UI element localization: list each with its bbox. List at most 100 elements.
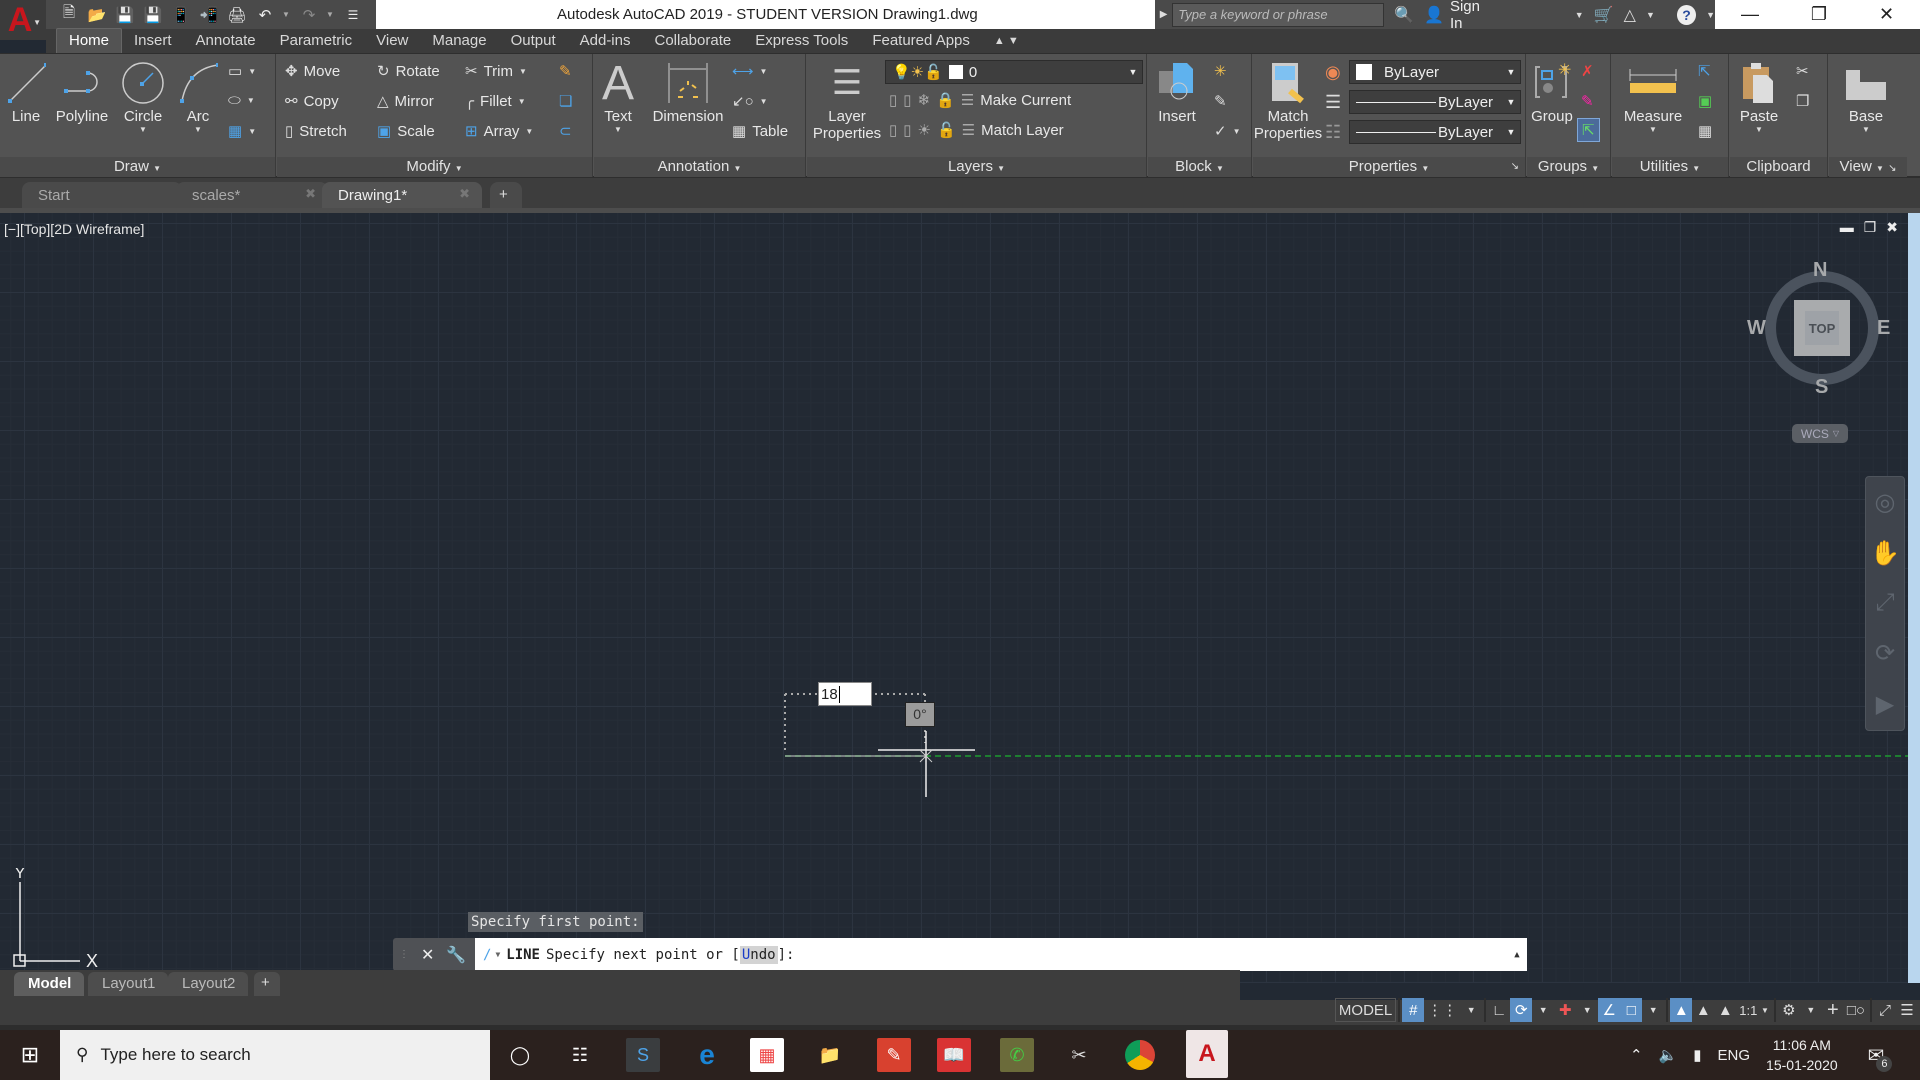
restore-icon[interactable]: ❐ xyxy=(1811,4,1827,25)
stretch-button[interactable]: ▯ Stretch xyxy=(285,122,347,141)
volume-icon[interactable]: 🔈 xyxy=(1659,1046,1678,1064)
ungroup-button[interactable]: ✗ xyxy=(1581,62,1594,80)
redo-icon[interactable]: ↷ xyxy=(298,5,320,25)
rotate-button[interactable]: ↻ Rotate xyxy=(377,62,440,81)
layer-properties-button[interactable]: ☰ Layer Properties xyxy=(809,58,885,142)
array-button[interactable]: ⊞ Array ▼ xyxy=(465,122,533,141)
recent-commands-dropdown-icon[interactable]: ▼ xyxy=(495,950,500,959)
file-tab-scales[interactable]: scales* ✖ xyxy=(176,182,328,208)
chevron-down-icon[interactable]: ▼ xyxy=(1618,125,1688,134)
chevron-down-icon[interactable]: ▼ xyxy=(598,125,638,134)
groups-panel-title[interactable]: Groups ▼ xyxy=(1527,157,1610,177)
close-command-icon[interactable]: ✕ xyxy=(421,945,434,965)
calculator-button[interactable]: ▦ xyxy=(1698,122,1712,140)
ellipse-button[interactable]: ⬭ ▼ xyxy=(228,92,255,109)
clean-screen-icon[interactable]: ⤢ xyxy=(1874,998,1896,1022)
auto-scale-toggle[interactable]: ▲ xyxy=(1692,998,1714,1022)
layout-tab-layout2[interactable]: Layout2 xyxy=(168,972,248,996)
polar-tracking-toggle[interactable]: ⟳ xyxy=(1510,998,1533,1022)
tab-insert[interactable]: Insert xyxy=(122,29,184,53)
command-input[interactable]: ∕ ▼ LINE Specify next point or [Undo]: ▲ xyxy=(475,938,1527,971)
move-button[interactable]: ✥ Move xyxy=(285,62,340,81)
tab-annotate[interactable]: Annotate xyxy=(184,29,268,53)
isometric-drafting-toggle[interactable]: ✚ xyxy=(1554,998,1576,1022)
drag-handle-icon[interactable]: ⋮ xyxy=(399,949,409,960)
snipping-tool-icon[interactable]: ✂ xyxy=(1062,1038,1096,1072)
layer-unisolate-icon[interactable]: ▯ xyxy=(903,121,911,139)
chevron-down-icon[interactable]: ▼ xyxy=(118,125,168,134)
arc-button[interactable]: Arc ▼ xyxy=(178,58,218,134)
erase-button[interactable]: ✎ xyxy=(559,62,572,80)
properties-panel-title[interactable]: Properties ▼ ↘ xyxy=(1253,157,1525,177)
a360-dropdown-icon[interactable]: ▼ xyxy=(1646,10,1655,20)
layer-unlock-icon[interactable]: 🔓 xyxy=(937,121,956,139)
chevron-down-icon[interactable]: ▼ xyxy=(1642,998,1664,1022)
customize-qat-icon[interactable]: ☰ xyxy=(342,5,364,25)
ribbon-minimize-icon[interactable]: ▲ ▼ xyxy=(982,32,1031,53)
binoculars-icon[interactable]: 🔍 xyxy=(1394,5,1414,25)
object-snap-toggle[interactable]: □ xyxy=(1620,998,1643,1022)
copy-clip-button[interactable]: ❐ xyxy=(1796,92,1809,110)
chevron-down-icon[interactable]: ▼ xyxy=(1800,998,1822,1022)
grid-toggle[interactable]: # xyxy=(1402,998,1425,1022)
chevron-down-icon[interactable]: ▼ xyxy=(1532,998,1554,1022)
workspace-gear-icon[interactable]: ⚙ xyxy=(1778,998,1800,1022)
app-sync-icon[interactable]: S xyxy=(626,1038,660,1072)
chevron-down-icon[interactable]: ▼ xyxy=(178,125,218,134)
cut-button[interactable]: ✂ xyxy=(1796,62,1809,80)
trim-button[interactable]: ✂ Trim ▼ xyxy=(465,62,527,81)
group-button[interactable]: ✳ Group xyxy=(1529,58,1575,125)
edge-browser-icon[interactable]: e xyxy=(690,1038,724,1072)
color-dropdown[interactable]: ByLayer ▼ xyxy=(1349,60,1521,84)
new-layout-button[interactable]: + xyxy=(254,972,280,996)
text-button[interactable]: A Text ▼ xyxy=(598,57,638,135)
annotation-visibility-toggle[interactable]: ▲ xyxy=(1670,998,1693,1022)
undo-option[interactable]: Undo xyxy=(739,945,778,964)
select-all-button[interactable]: ▣ xyxy=(1698,92,1712,110)
layers-panel-title[interactable]: Layers ▼ xyxy=(807,157,1146,177)
leader-button[interactable]: ↙○ ▼ xyxy=(732,92,768,110)
save-icon[interactable]: 💾 xyxy=(114,5,136,25)
annotation-panel-title[interactable]: Annotation ▼ xyxy=(594,157,805,177)
close-tab-icon[interactable]: ✖ xyxy=(305,186,316,202)
scale-button[interactable]: ▣ Scale xyxy=(377,122,435,141)
table-button[interactable]: ▦ Table xyxy=(732,122,788,141)
taskbar-search-box[interactable]: ⚲ Type here to search xyxy=(60,1030,490,1080)
annotation-scale-icon[interactable]: ▲ xyxy=(1714,998,1736,1022)
chevron-down-icon[interactable]: ▼ xyxy=(1843,125,1889,134)
annotation-scale-dropdown[interactable]: 1:1 ▼ xyxy=(1736,998,1772,1022)
expand-search-icon[interactable]: ▶ xyxy=(1155,9,1172,20)
plot-icon[interactable]: 🖨 xyxy=(226,5,248,25)
fillet-button[interactable]: ╭ Fillet ▼ xyxy=(465,92,526,111)
file-tab-drawing1[interactable]: Drawing1* ✖ xyxy=(322,182,482,208)
dynamic-input-field[interactable]: 18 xyxy=(818,682,872,706)
undo-icon[interactable]: ↶ xyxy=(254,5,276,25)
file-tab-start[interactable]: Start xyxy=(22,182,182,208)
linetype-dropdown[interactable]: ByLayer ▼ xyxy=(1349,120,1521,144)
layout-tab-model[interactable]: Model xyxy=(14,972,84,996)
dimension-button[interactable]: Dimension xyxy=(650,58,726,125)
tab-manage[interactable]: Manage xyxy=(420,29,498,53)
chevron-down-icon[interactable]: ▼ xyxy=(1576,998,1598,1022)
close-icon[interactable]: ✕ xyxy=(1879,4,1894,25)
quick-select-button[interactable]: ⇱ xyxy=(1698,62,1711,80)
help-dropdown-icon[interactable]: ▼ xyxy=(1706,10,1715,20)
tab-featured-apps[interactable]: Featured Apps xyxy=(860,29,982,53)
group-edit-button[interactable]: ✎ xyxy=(1581,92,1594,110)
line-button[interactable]: Line xyxy=(6,58,46,125)
open-icon[interactable]: 📂 xyxy=(86,5,108,25)
open-from-web-icon[interactable]: 📱 xyxy=(170,5,192,25)
isolate-objects-icon[interactable]: □○ xyxy=(1844,998,1868,1022)
cortana-icon[interactable]: ◯ xyxy=(503,1038,537,1072)
clock[interactable]: 11:06 AM 15-01-2020 xyxy=(1766,1035,1838,1075)
layer-thaw-icon[interactable]: ☀ xyxy=(918,121,931,139)
task-view-icon[interactable]: ☷ xyxy=(563,1038,597,1072)
model-space-button[interactable]: MODEL xyxy=(1334,998,1397,1022)
keyword-search-input[interactable]: Type a keyword or phrase xyxy=(1172,2,1385,27)
input-language[interactable]: ENG xyxy=(1718,1047,1751,1064)
edit-attributes-button[interactable]: ✓ ▼ xyxy=(1214,122,1241,140)
tab-parametric[interactable]: Parametric xyxy=(268,29,365,53)
block-panel-title[interactable]: Block ▼ xyxy=(1148,157,1251,177)
hatch-button[interactable]: ▦ ▼ xyxy=(228,122,256,140)
application-menu-button[interactable]: A ▼ xyxy=(0,0,46,40)
